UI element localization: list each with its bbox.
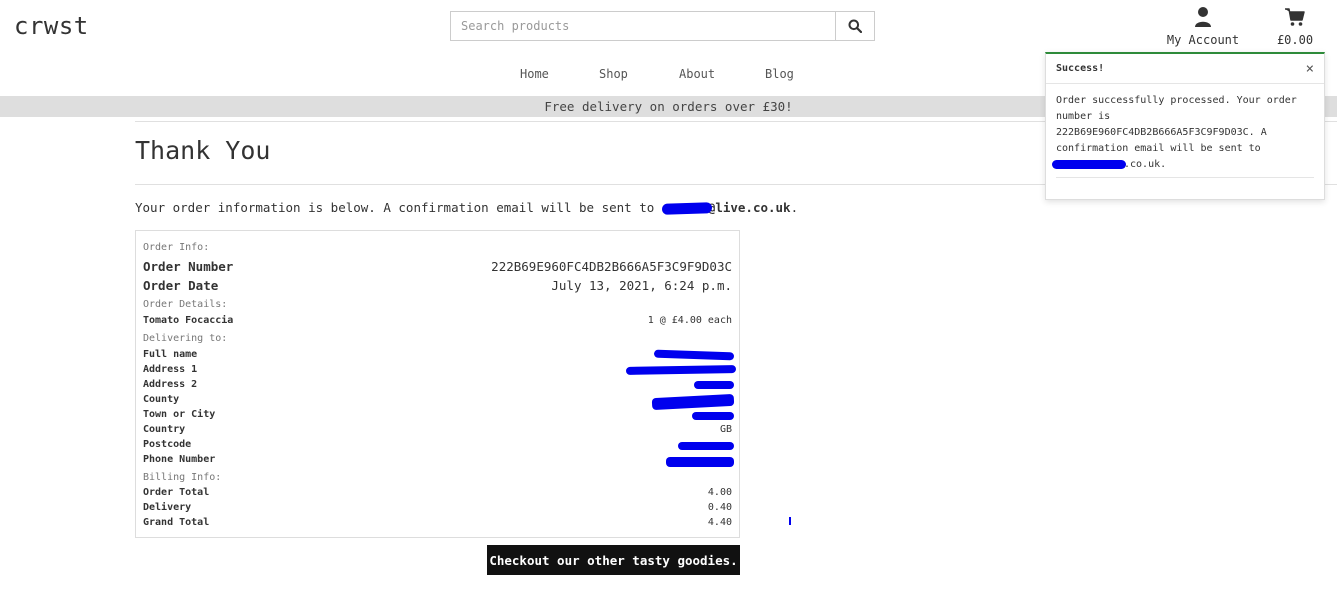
shopping-cart-icon [1285, 8, 1305, 26]
redaction-mark [694, 381, 734, 389]
toast-header: Success! × [1046, 54, 1324, 84]
nav-shop[interactable]: Shop [599, 67, 628, 81]
delivery-field-label: Country [143, 424, 186, 435]
delivery-row: Full name [143, 349, 732, 360]
grand-total-value: 4.40 [707, 517, 732, 528]
success-toast: Success! × Order successfully processed.… [1045, 52, 1325, 200]
order-total-value: 4.00 [707, 487, 732, 498]
grand-total-label: Grand Total [143, 517, 210, 528]
delivery-field-label: Address 2 [143, 379, 198, 390]
delivery-row: Address 2 [143, 379, 732, 390]
nav-blog[interactable]: Blog [765, 67, 794, 81]
delivery-cost-label: Delivery [143, 502, 192, 513]
search-bar [450, 11, 875, 41]
delivery-field-label: County [143, 394, 180, 405]
search-input[interactable] [451, 12, 835, 40]
redaction-mark [789, 517, 791, 525]
delivery-row: County [143, 394, 732, 405]
my-account-link[interactable]: My Account [1160, 6, 1246, 47]
grand-total-row: Grand Total 4.40 [143, 517, 732, 528]
redaction-mark [1052, 159, 1126, 169]
nav-about[interactable]: About [679, 67, 715, 81]
my-account-label: My Account [1166, 33, 1240, 47]
order-info-heading: Order Info: [143, 242, 210, 253]
delivery-row: Phone Number [143, 454, 732, 465]
order-total-label: Order Total [143, 487, 210, 498]
page-title: Thank You [135, 136, 271, 165]
delivery-row: Postcode [143, 439, 732, 450]
user-icon [1195, 7, 1211, 27]
delivery-field-label: Town or City [143, 409, 216, 420]
order-number-value: 222B69E960FC4DB2B666A5F3C9F9D03C [491, 259, 732, 274]
delivery-row: Town or City [143, 409, 732, 420]
delivery-field-label: Phone Number [143, 454, 216, 465]
intro-end: . [790, 200, 799, 215]
toast-text: Order successfully processed. Your order… [1056, 95, 1297, 154]
search-icon [848, 19, 862, 33]
delivery-row: Country GB [143, 424, 732, 435]
billing-info-heading: Billing Info: [143, 472, 222, 483]
toast-divider [1056, 177, 1314, 178]
delivery-cost-row: Delivery 0.40 [143, 502, 732, 513]
order-number-row: Order Number 222B69E960FC4DB2B666A5F3C9F… [143, 259, 732, 274]
item-name: Tomato Focaccia [143, 315, 234, 326]
order-date-label: Order Date [143, 278, 219, 293]
toast-message: Order successfully processed. Your order… [1046, 84, 1324, 173]
redaction-mark [692, 412, 734, 420]
delivery-field-label: Address 1 [143, 364, 198, 375]
search-button[interactable] [835, 12, 874, 40]
nav-home[interactable]: Home [520, 67, 549, 81]
redaction-mark [666, 457, 734, 467]
order-summary: Order Info: Order Number 222B69E960FC4DB… [135, 230, 740, 538]
continue-shopping-button[interactable]: Checkout our other tasty goodies. [487, 545, 740, 575]
redaction-mark [661, 202, 712, 215]
cart-total: £0.00 [1276, 33, 1314, 47]
order-details-heading: Order Details: [143, 299, 228, 310]
intro-text: Your order information is below. A confi… [135, 200, 662, 215]
order-date-row: Order Date July 13, 2021, 6:24 p.m. [143, 278, 732, 293]
delivering-to-heading: Delivering to: [143, 333, 228, 344]
order-total-row: Order Total 4.00 [143, 487, 732, 498]
delivery-field-value: GB [719, 424, 732, 435]
order-intro: Your order information is below. A confi… [135, 200, 798, 215]
cart-link[interactable]: £0.00 [1270, 6, 1320, 47]
line-item-row: Tomato Focaccia 1 @ £4.00 each [143, 315, 732, 326]
toast-email: .co.uk. [1124, 159, 1167, 170]
intro-email: @live.co.uk [707, 200, 791, 215]
delivery-field-label: Postcode [143, 439, 192, 450]
redaction-mark [678, 442, 734, 450]
toast-title: Success! [1056, 63, 1105, 74]
delivery-field-label: Full name [143, 349, 198, 360]
delivery-cost-value: 0.40 [707, 502, 732, 513]
site-logo[interactable]: crwst [14, 12, 89, 40]
order-date-value: July 13, 2021, 6:24 p.m. [551, 278, 732, 293]
item-qty-price: 1 @ £4.00 each [647, 315, 732, 326]
order-number-label: Order Number [143, 259, 234, 274]
close-icon[interactable]: × [1306, 61, 1314, 77]
